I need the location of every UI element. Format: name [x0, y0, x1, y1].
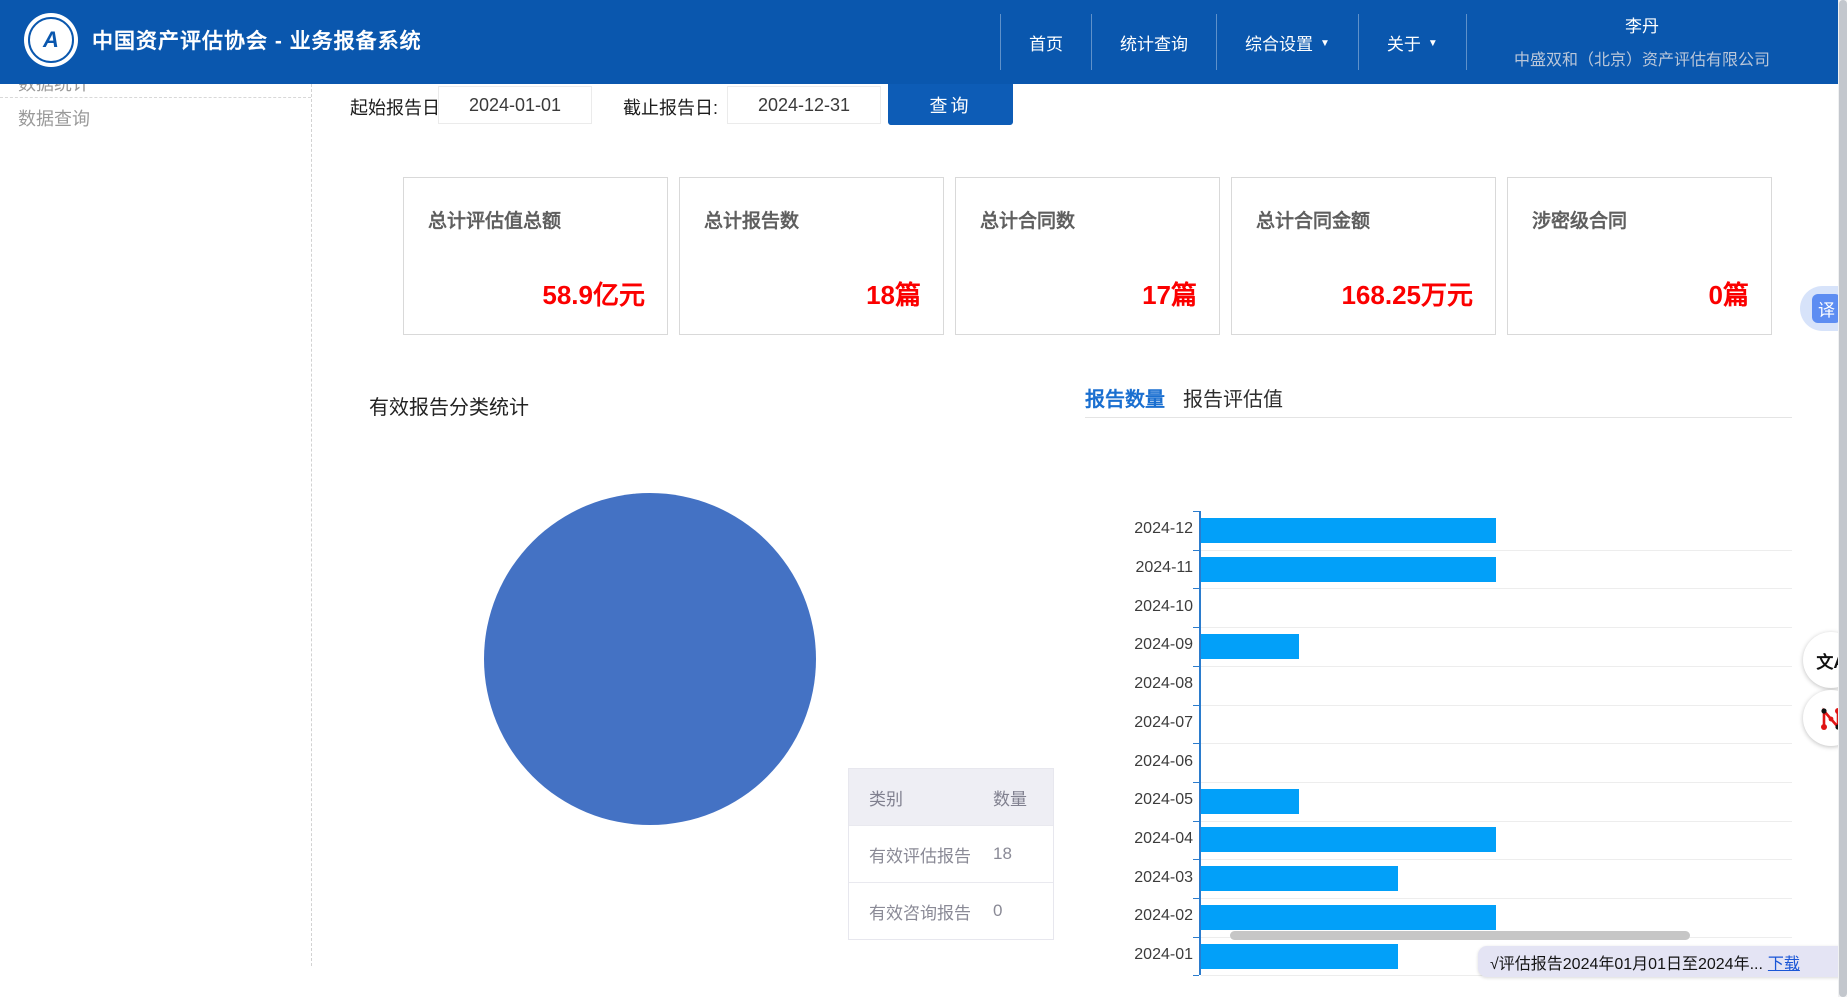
bar-row-label: 2024-09 [1063, 636, 1193, 654]
legend-header-row: 类别 数量 [849, 769, 1053, 825]
stat-card-value: 58.9亿元 [542, 275, 645, 312]
query-button[interactable]: 查询 [888, 84, 1013, 125]
header-bar: A 中国资产评估协会 - 业务报备系统 首页 统计查询 综合设置▼ 关于▼ 李丹… [0, 0, 1847, 84]
stat-card-value: 17篇 [1142, 275, 1197, 312]
bar-row-label: 2024-03 [1063, 869, 1193, 887]
axis-tick [1193, 782, 1199, 783]
pie-chart[interactable] [484, 493, 816, 825]
bar-row-label: 2024-12 [1063, 520, 1193, 538]
bar-row-label: 2024-06 [1063, 753, 1193, 771]
axis-tick [1193, 511, 1199, 512]
horizontal-scrollbar-thumb[interactable] [1230, 931, 1690, 940]
nav-item-home[interactable]: 首页 [1001, 0, 1091, 84]
bar-row-label: 2024-05 [1063, 791, 1193, 809]
sidebar-item-data-query[interactable]: 数据查询 [18, 105, 90, 131]
user-name: 李丹 [1467, 12, 1817, 37]
chevron-down-icon: ▼ [1320, 38, 1330, 49]
bar-rect-2024-05[interactable] [1201, 789, 1299, 814]
tab-underline [1085, 417, 1792, 418]
logo-emblem-icon: A [28, 17, 74, 63]
axis-tick [1193, 898, 1199, 899]
axis-tick [1193, 859, 1199, 860]
nav-item-about[interactable]: 关于▼ [1359, 0, 1466, 84]
download-link[interactable]: 下载 [1768, 950, 1800, 974]
tab-report-value[interactable]: 报告评估值 [1183, 383, 1283, 412]
gridline [1201, 743, 1792, 744]
end-date-label: 截止报告日: [623, 94, 718, 120]
stat-card-total-contracts: 总计合同数 17篇 [955, 177, 1220, 335]
gridline [1201, 898, 1792, 899]
gridline [1201, 666, 1792, 667]
axis-tick [1193, 937, 1199, 938]
bar-row-label: 2024-01 [1063, 946, 1193, 964]
bar-rect-2024-09[interactable] [1201, 634, 1299, 659]
pie-chart-title: 有效报告分类统计 [369, 391, 529, 420]
stat-card-total-reports: 总计报告数 18篇 [679, 177, 944, 335]
stat-card-title: 涉密级合同 [1532, 206, 1627, 233]
bar-rect-2024-04[interactable] [1201, 827, 1496, 852]
bar-rect-2024-12[interactable] [1201, 518, 1496, 543]
legend-row-valid-appraisal: 有效评估报告 18 [849, 825, 1053, 882]
axis-tick [1193, 666, 1199, 667]
translate-badge-icon: 译 [1812, 294, 1841, 323]
stat-card-title: 总计报告数 [704, 206, 799, 233]
legend-header-count: 数量 [993, 785, 1053, 810]
bar-rect-2024-02[interactable] [1201, 905, 1496, 930]
gridline [1201, 821, 1792, 822]
bar-row-label: 2024-08 [1063, 675, 1193, 693]
vertical-scrollbar-thumb[interactable] [1839, 0, 1847, 997]
bar-row-label: 2024-11 [1063, 559, 1193, 577]
user-company: 中盛双和（北京）资产评估有限公司 [1467, 46, 1817, 70]
nav-item-stats-query[interactable]: 统计查询 [1092, 0, 1216, 84]
sidebar: 数据统计 数据查询 [0, 84, 312, 966]
legend-header-category: 类别 [849, 785, 993, 810]
chevron-down-icon: ▼ [1428, 38, 1438, 49]
app-root: A 中国资产评估协会 - 业务报备系统 首页 统计查询 综合设置▼ 关于▼ 李丹… [0, 0, 1847, 997]
end-date-input[interactable]: 2024-12-31 [727, 86, 881, 124]
pie-legend-table: 类别 数量 有效评估报告 18 有效咨询报告 0 [848, 768, 1054, 940]
gridline [1201, 588, 1792, 589]
stat-card-title: 总计合同金额 [1256, 206, 1370, 233]
toast-text: √评估报告2024年01月01日至2024年... [1490, 950, 1763, 974]
gridline [1201, 782, 1792, 783]
stat-card-title: 总计合同数 [980, 206, 1075, 233]
gridline [1201, 627, 1792, 628]
bar-rect-2024-03[interactable] [1201, 866, 1398, 891]
sidebar-divider [0, 97, 311, 98]
bar-rect-2024-01[interactable] [1201, 944, 1398, 969]
stat-card-value: 0篇 [1709, 275, 1749, 312]
tab-report-count[interactable]: 报告数量 [1085, 383, 1165, 412]
stat-card-contract-amount: 总计合同金额 168.25万元 [1231, 177, 1496, 335]
association-logo: A [24, 13, 78, 67]
legend-row-valid-consulting: 有效咨询报告 0 [849, 882, 1053, 939]
user-block[interactable]: 李丹 中盛双和（北京）资产评估有限公司 [1467, 0, 1817, 84]
axis-tick [1193, 821, 1199, 822]
bar-row-label: 2024-04 [1063, 830, 1193, 848]
stat-card-total-appraisal-value: 总计评估值总额 58.9亿元 [403, 177, 668, 335]
download-toast: √评估报告2024年01月01日至2024年... 下载 [1478, 946, 1847, 977]
axis-tick [1193, 743, 1199, 744]
axis-tick [1193, 550, 1199, 551]
stat-card-title: 总计评估值总额 [428, 206, 561, 233]
main-nav: 首页 统计查询 综合设置▼ 关于▼ [1000, 0, 1467, 84]
nav-item-settings[interactable]: 综合设置▼ [1217, 0, 1358, 84]
bar-rect-2024-11[interactable] [1201, 557, 1496, 582]
bar-row-label: 2024-07 [1063, 714, 1193, 732]
gridline [1201, 859, 1792, 860]
bar-row-label: 2024-10 [1063, 598, 1193, 616]
start-date-label: 起始报告日: [350, 94, 445, 120]
bar-row-label: 2024-02 [1063, 907, 1193, 925]
axis-tick [1193, 588, 1199, 589]
stat-card-value: 18篇 [866, 275, 921, 312]
gridline [1201, 550, 1792, 551]
start-date-input[interactable]: 2024-01-01 [438, 86, 592, 124]
app-title: 中国资产评估协会 - 业务报备系统 [92, 0, 422, 84]
gridline [1201, 705, 1792, 706]
vertical-scrollbar[interactable] [1838, 0, 1847, 997]
axis-tick [1193, 705, 1199, 706]
stat-card-value: 168.25万元 [1341, 275, 1473, 312]
stat-card-classified-contracts: 涉密级合同 0篇 [1507, 177, 1772, 335]
axis-tick [1193, 975, 1199, 976]
axis-tick [1193, 627, 1199, 628]
